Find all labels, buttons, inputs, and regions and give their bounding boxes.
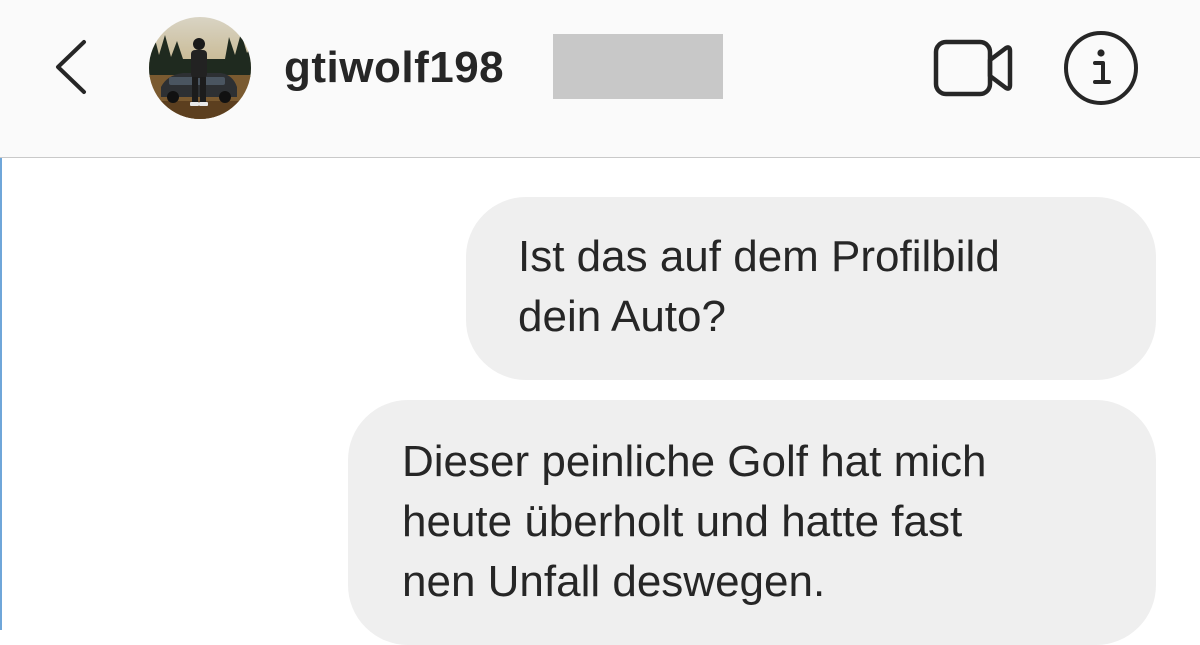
message-text-line: dein Auto?	[518, 292, 726, 341]
message-text-line: heute überholt und hatte fast	[402, 497, 963, 546]
chat-username[interactable]: gtiwolf198	[284, 38, 504, 98]
info-icon	[1064, 31, 1138, 105]
message-bubble-outgoing[interactable]: Ist das auf dem Profilbild dein Auto?	[466, 197, 1156, 380]
redaction-box	[553, 34, 723, 99]
avatar[interactable]	[149, 17, 251, 119]
message-text-line: Dieser peinliche Golf hat mich	[402, 437, 987, 486]
video-call-button[interactable]	[930, 36, 1016, 100]
chevron-left-icon	[56, 40, 86, 94]
window-edge	[0, 158, 2, 630]
back-button[interactable]	[44, 34, 100, 100]
info-button[interactable]	[1062, 29, 1140, 107]
video-camera-icon	[933, 39, 1013, 97]
message-text-line: Ist das auf dem Profilbild	[518, 232, 1000, 281]
chat-header: gtiwolf198	[0, 0, 1200, 158]
profile-photo	[149, 17, 251, 119]
message-bubble-outgoing[interactable]: Dieser peinliche Golf hat mich heute übe…	[348, 400, 1156, 645]
message-text-line: nen Unfall deswegen.	[402, 557, 826, 606]
